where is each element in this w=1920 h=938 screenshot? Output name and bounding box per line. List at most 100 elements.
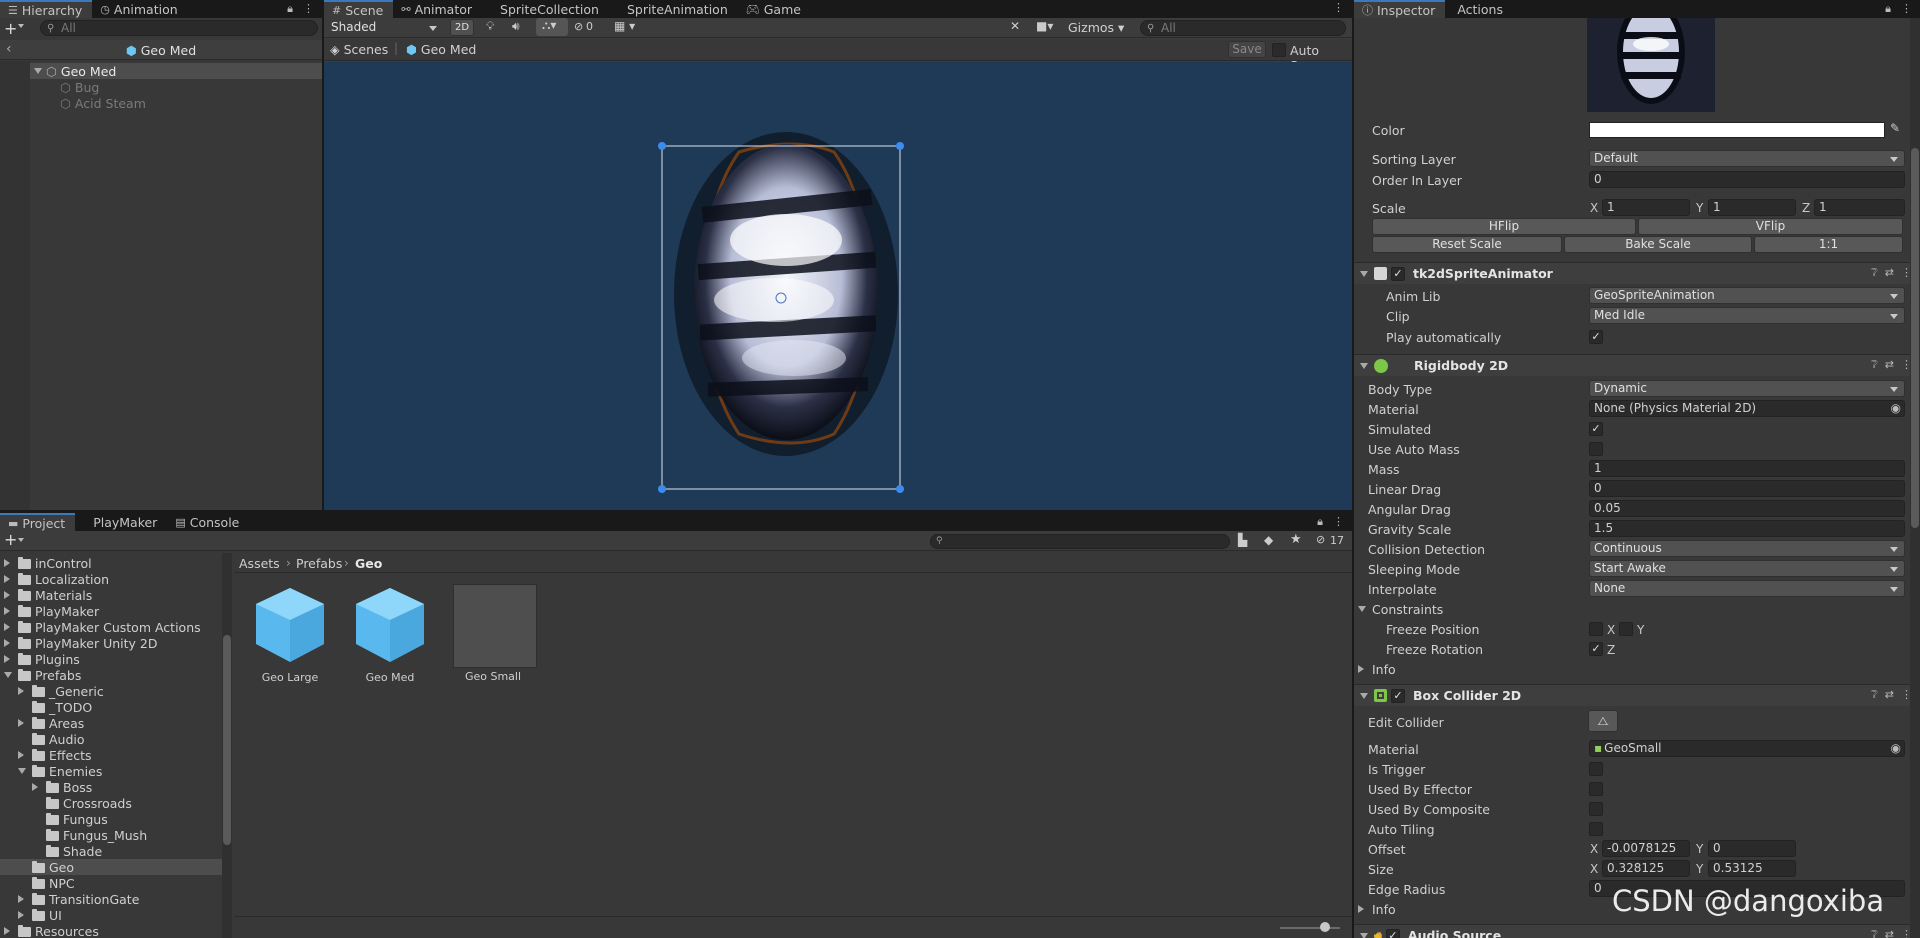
- add-icon[interactable]: +: [4, 530, 17, 549]
- expand-arrow-icon[interactable]: [4, 591, 10, 599]
- 2d-toggle[interactable]: 2D: [450, 19, 474, 36]
- lock-icon[interactable]: 🔒︎: [1317, 515, 1323, 529]
- presets-icon[interactable]: ⇄: [1885, 688, 1894, 701]
- is-trigger-checkbox[interactable]: [1589, 762, 1603, 776]
- tab-scene[interactable]: # Scene: [324, 0, 394, 18]
- folder-item[interactable]: Crossroads: [0, 795, 222, 811]
- offset-y-field[interactable]: 0: [1708, 840, 1796, 857]
- audio-icon[interactable]: 🔊︎: [512, 19, 520, 34]
- linear-drag-field[interactable]: 0: [1589, 480, 1905, 497]
- folder-item[interactable]: inControl: [0, 555, 222, 571]
- expand-arrow-icon[interactable]: [18, 751, 24, 759]
- folder-item[interactable]: PlayMaker: [0, 603, 222, 619]
- breadcrumb-prefabs[interactable]: Prefabs: [296, 556, 342, 571]
- save-button[interactable]: Save: [1228, 41, 1266, 58]
- tab-animator[interactable]: ⚯ Animator: [393, 0, 482, 18]
- hierarchy-search-input[interactable]: ⚲ All: [40, 20, 318, 36]
- presets-icon[interactable]: ⇄: [1885, 266, 1894, 279]
- folder-item[interactable]: UI: [0, 907, 222, 923]
- hierarchy-item-bug[interactable]: ⬡ Bug: [60, 79, 99, 95]
- zoom-slider-thumb[interactable]: [1320, 922, 1330, 932]
- presets-icon[interactable]: ⇄: [1885, 358, 1894, 371]
- folder-item[interactable]: Boss: [0, 779, 222, 795]
- freeze-position-y-checkbox[interactable]: [1619, 622, 1633, 636]
- folder-item[interactable]: _Generic: [0, 683, 222, 699]
- breadcrumb-geo-med[interactable]: ⬢ Geo Med: [406, 42, 476, 57]
- size-y-field[interactable]: 0.53125: [1708, 860, 1796, 877]
- menu-dots-icon[interactable]: ⋮: [303, 2, 314, 16]
- component-header-audiosource[interactable]: 🔊︎ ✓ Audio Source ❔︎ ⇄ ⋮: [1354, 924, 1920, 938]
- constraints-foldout[interactable]: Constraints: [1354, 599, 1920, 619]
- help-icon[interactable]: ❔︎: [1871, 688, 1878, 701]
- geo-sprite[interactable]: [674, 132, 898, 456]
- lock-icon[interactable]: 🔒︎: [287, 2, 293, 16]
- inspector-scrollbar[interactable]: [1910, 18, 1920, 938]
- visibility-icon[interactable]: ⊘: [574, 20, 583, 33]
- tab-game[interactable]: 🎮︎ Game: [738, 0, 811, 18]
- favorite-star-icon[interactable]: ★: [1290, 532, 1302, 547]
- asset-geo-med[interactable]: Geo Med: [350, 584, 430, 692]
- size-x-field[interactable]: 0.328125: [1602, 860, 1690, 877]
- asset-geo-small[interactable]: Geo Small: [453, 584, 537, 692]
- menu-dots-icon[interactable]: ⋮: [1333, 1, 1344, 14]
- folder-item[interactable]: Fungus_Mush: [0, 827, 222, 843]
- interpolate-dropdown[interactable]: None: [1589, 580, 1905, 597]
- scale-x-field[interactable]: 1: [1602, 199, 1690, 216]
- hierarchy-item-acid-steam[interactable]: ⬡ Acid Steam: [60, 95, 146, 111]
- folder-item[interactable]: Areas: [0, 715, 222, 731]
- folder-item[interactable]: Effects: [0, 747, 222, 763]
- use-auto-mass-checkbox[interactable]: [1589, 442, 1603, 456]
- scene-viewport[interactable]: [324, 62, 1352, 510]
- component-enabled-checkbox[interactable]: ✓: [1385, 928, 1400, 938]
- component-enabled-checkbox[interactable]: ✓: [1391, 688, 1405, 703]
- add-icon[interactable]: +: [4, 19, 17, 38]
- camera-icon[interactable]: ■▾: [1036, 19, 1053, 33]
- tab-spriteanimation[interactable]: SpriteAnimation: [609, 0, 738, 18]
- collapse-arrow-icon[interactable]: [1360, 932, 1368, 938]
- gizmos-dropdown[interactable]: Gizmos ▾: [1068, 20, 1124, 35]
- chevron-down-icon[interactable]: [18, 538, 24, 542]
- expand-arrow-icon[interactable]: [18, 719, 24, 727]
- auto-save-checkbox[interactable]: [1272, 43, 1286, 57]
- help-icon[interactable]: ❔︎: [1871, 928, 1878, 938]
- folder-item[interactable]: Shade: [0, 843, 222, 859]
- physics-material-field[interactable]: None (Physics Material 2D) ◉: [1589, 400, 1905, 417]
- menu-dots-icon[interactable]: ⋮: [1901, 2, 1912, 16]
- object-picker-icon[interactable]: ◉: [1891, 741, 1901, 756]
- expand-arrow-icon[interactable]: [4, 559, 10, 567]
- clip-dropdown[interactable]: Med Idle: [1589, 307, 1905, 324]
- folder-item[interactable]: TransitionGate: [0, 891, 222, 907]
- sleeping-mode-dropdown[interactable]: Start Awake: [1589, 560, 1905, 577]
- simulated-checkbox[interactable]: ✓: [1589, 422, 1603, 436]
- component-header-tk2dspriteanimator[interactable]: ✓ tk2dSpriteAnimator ❔︎ ⇄ ⋮: [1354, 262, 1920, 284]
- collapse-arrow-icon[interactable]: [1360, 270, 1368, 277]
- freeze-position-x-checkbox[interactable]: [1589, 622, 1603, 636]
- breadcrumb-assets[interactable]: Assets: [239, 556, 280, 571]
- tab-playmaker[interactable]: PlayMaker: [75, 513, 167, 531]
- collision-detection-dropdown[interactable]: Continuous: [1589, 540, 1905, 557]
- expand-arrow-icon[interactable]: [1358, 905, 1364, 913]
- folder-item[interactable]: Enemies: [0, 763, 222, 779]
- body-type-dropdown[interactable]: Dynamic: [1589, 380, 1905, 397]
- lighting-icon[interactable]: 💡︎: [486, 19, 494, 34]
- zoom-slider-track[interactable]: [1280, 927, 1340, 929]
- expand-arrow-icon[interactable]: [4, 655, 10, 663]
- expand-arrow-icon[interactable]: [4, 927, 10, 935]
- folder-item[interactable]: Localization: [0, 571, 222, 587]
- folder-item[interactable]: NPC: [0, 875, 222, 891]
- lock-icon[interactable]: 🔒︎: [1885, 2, 1891, 16]
- menu-dots-icon[interactable]: ⋮: [1333, 515, 1344, 529]
- asset-geo-large[interactable]: Geo Large: [250, 584, 330, 692]
- help-icon[interactable]: ❔︎: [1871, 266, 1878, 279]
- component-enabled-checkbox[interactable]: ✓: [1391, 266, 1405, 281]
- hierarchy-item-geo-med[interactable]: ⬡ Geo Med: [30, 63, 322, 79]
- folder-item[interactable]: Fungus: [0, 811, 222, 827]
- tree-scrollbar[interactable]: [222, 553, 232, 938]
- eyedropper-icon[interactable]: ✎: [1890, 121, 1900, 135]
- color-swatch[interactable]: [1589, 122, 1885, 138]
- grid-snap-icon[interactable]: ▦ ▾: [614, 19, 635, 33]
- expand-arrow-icon[interactable]: [4, 607, 10, 615]
- vflip-button[interactable]: VFlip: [1638, 218, 1903, 235]
- folder-item[interactable]: Resources: [0, 923, 222, 938]
- gravity-scale-field[interactable]: 1.5: [1589, 520, 1905, 537]
